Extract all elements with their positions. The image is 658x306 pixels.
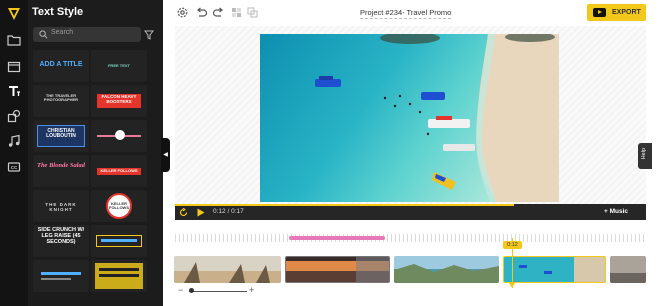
filter-icon[interactable] — [144, 30, 154, 40]
search-icon — [39, 30, 48, 39]
time-display: 0:12 / 0:17 — [213, 208, 244, 215]
text-style-tile[interactable]: CHRISTIAN LOUBOUTIN — [33, 120, 89, 152]
collapse-panel-button[interactable]: ◀ — [161, 138, 170, 172]
elements-icon[interactable] — [7, 109, 21, 123]
clip-thumbnail — [174, 256, 281, 283]
text-style-tile[interactable] — [33, 260, 89, 292]
text-style-tile[interactable] — [91, 260, 147, 292]
text-style-tile[interactable]: KELLER FOLLOWS — [91, 155, 147, 187]
text-style-tile[interactable]: THE TRAVELER PHOTOGRAPHER — [33, 85, 89, 117]
search-placeholder: Search — [51, 29, 74, 36]
text-style-tile[interactable]: THE DARK KNIGHT — [33, 190, 89, 222]
zoom-slider[interactable] — [189, 291, 247, 292]
playback-progress — [175, 204, 515, 206]
settings-gear-icon[interactable] — [176, 6, 189, 19]
text-style-panel: Text Style Search ADD A TITLE FREE TEXT … — [28, 0, 163, 306]
text-style-tile[interactable] — [91, 225, 147, 257]
clip-thumbnail — [610, 256, 646, 283]
text-style-tile[interactable]: SIDE CRUNCH W/ LEG RAISE (45 SECONDS) — [33, 225, 89, 257]
text-style-tile[interactable]: The Blonde Salad — [33, 155, 89, 187]
timeline-ruler[interactable] — [175, 234, 646, 242]
subtitles-icon[interactable]: CC — [7, 160, 21, 174]
top-bar: Project #234- Travel Promo EXPORT — [170, 0, 658, 26]
help-tab[interactable]: Help — [638, 143, 652, 169]
clip-thumbnail — [286, 257, 389, 282]
export-button[interactable]: EXPORT — [587, 4, 646, 21]
text-style-tile[interactable] — [91, 120, 147, 152]
video-clip-desert[interactable] — [174, 256, 281, 283]
zoom-out-button[interactable]: − — [178, 285, 183, 295]
tile-dot — [115, 130, 125, 140]
text-style-tile[interactable]: KELLER FOLLOWS — [91, 190, 147, 222]
help-label: Help — [641, 148, 647, 160]
icon-rail: CC — [0, 0, 28, 306]
grid-icon[interactable] — [230, 6, 243, 19]
zoom-slider-handle[interactable] — [189, 288, 194, 293]
app-logo-icon[interactable] — [6, 6, 22, 22]
text-style-tile[interactable]: ADD A TITLE — [33, 50, 89, 82]
export-label: EXPORT — [612, 9, 641, 16]
clip-thumbnail — [394, 256, 499, 283]
redo-icon[interactable] — [212, 6, 225, 19]
undo-icon[interactable] — [195, 6, 208, 19]
layers-icon[interactable] — [246, 6, 259, 19]
playhead-arrow[interactable] — [509, 283, 515, 288]
add-music-button[interactable]: + Music — [604, 208, 628, 215]
text-style-tile[interactable]: FREE TEXT — [91, 50, 147, 82]
media-icon[interactable] — [7, 60, 21, 74]
text-style-tile[interactable]: FALCON HEAVY BOOSTERS — [91, 85, 147, 117]
svg-text:CC: CC — [11, 165, 18, 170]
panel-title: Text Style — [32, 6, 84, 18]
video-clip-coast[interactable] — [394, 256, 499, 283]
text-clip-track[interactable] — [289, 236, 385, 240]
video-preview-image[interactable] — [260, 34, 559, 202]
music-icon[interactable] — [7, 134, 21, 148]
playhead-time-label: 0:12 — [503, 241, 522, 249]
text-icon[interactable] — [7, 84, 21, 98]
folder-icon[interactable] — [7, 33, 21, 47]
replay-icon[interactable] — [179, 208, 188, 217]
play-icon[interactable] — [196, 208, 205, 217]
tile-line — [101, 239, 137, 242]
youtube-icon — [593, 8, 606, 17]
preview-stage — [175, 26, 646, 204]
video-clip-sunset[interactable] — [285, 256, 390, 283]
playback-bar: 0:12 / 0:17 + Music — [175, 204, 646, 220]
tile-line — [41, 272, 81, 275]
tile-line — [99, 274, 139, 277]
project-title[interactable]: Project #234- Travel Promo — [360, 8, 452, 19]
zoom-in-button[interactable]: + — [249, 285, 254, 295]
video-clip-end[interactable] — [610, 256, 646, 283]
clip-thumbnail — [504, 257, 605, 282]
search-input[interactable]: Search — [33, 27, 141, 42]
tile-line — [41, 278, 71, 280]
video-clip-sea[interactable] — [503, 256, 606, 283]
tile-line — [99, 268, 139, 271]
